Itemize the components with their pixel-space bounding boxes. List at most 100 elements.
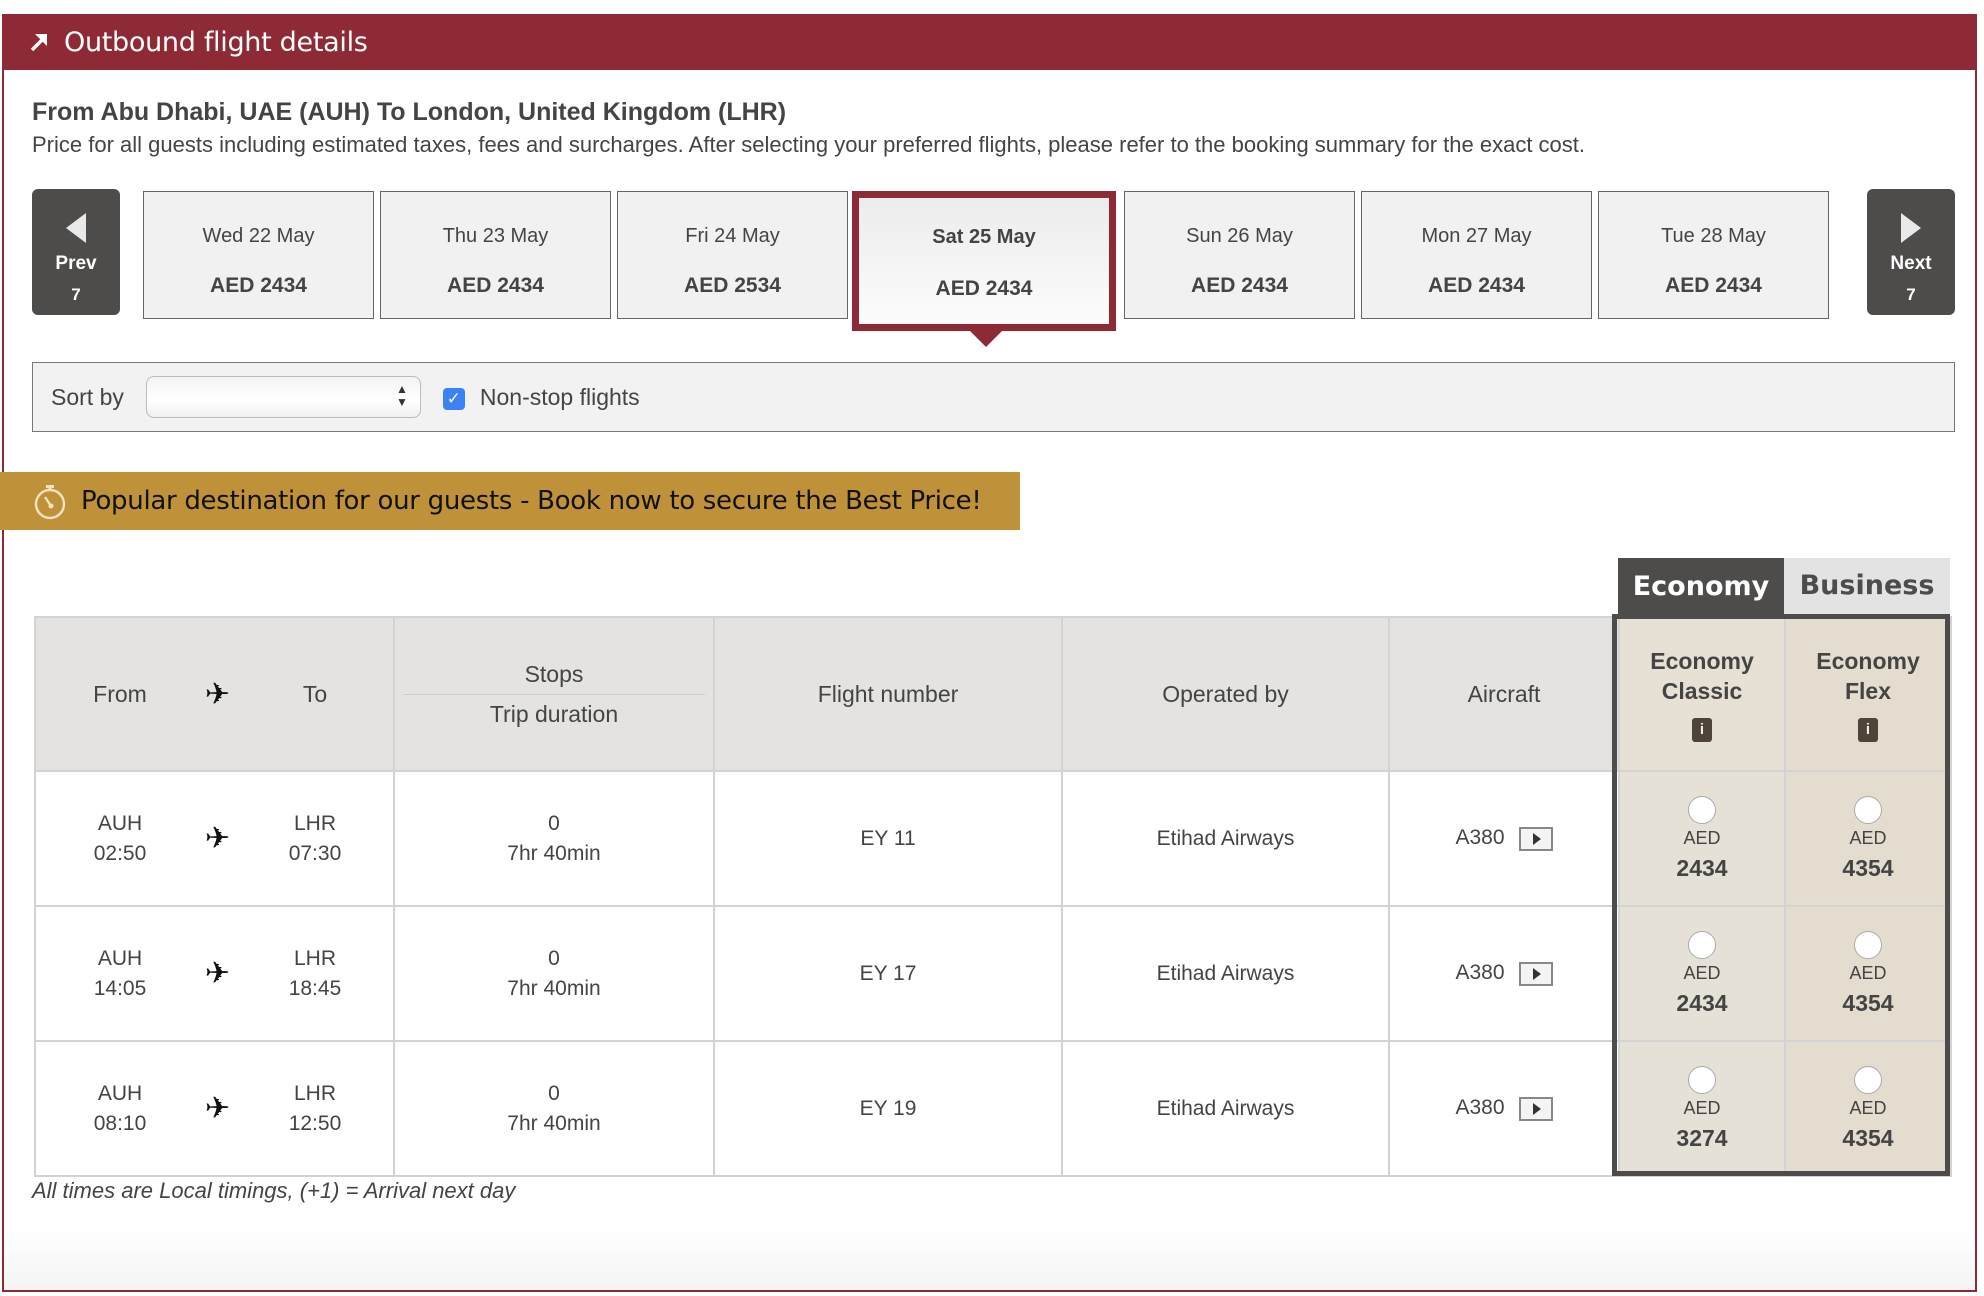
fare-amount: 2434 [1676, 989, 1728, 1016]
table-row: AUH 08:10 ✈ LHR 12:50 0 7hr 40min EY 19 Eti… [34, 1040, 1952, 1177]
info-icon[interactable]: i [1692, 718, 1712, 742]
selected-date-pointer [969, 330, 1003, 347]
duration-header-label: Trip duration [489, 700, 619, 727]
route-cell: AUH 14:05 ✈ LHR 18:45 [34, 905, 395, 1042]
from-header: From [93, 681, 147, 707]
fare-cell-flex[interactable]: AED 4354 [1784, 770, 1952, 907]
date-label: Thu 23 May [442, 225, 549, 247]
stops-cell: 0 7hr 40min [393, 1040, 715, 1177]
fare-radio[interactable] [1688, 795, 1716, 824]
duration-value: 7hr 40min [507, 841, 601, 865]
play-icon[interactable] [1518, 1096, 1553, 1121]
fare-radio[interactable] [1854, 930, 1882, 959]
economy-classic-header: Economy Classic i [1618, 616, 1786, 772]
prev-dates-button[interactable]: Prev 7 [32, 189, 120, 315]
date-option[interactable]: Sun 26 May AED 2434 [1124, 191, 1355, 319]
airplane-icon: ✈ [204, 1092, 231, 1125]
nonstop-label[interactable]: Non-stop flights [480, 384, 640, 411]
nonstop-checkbox[interactable]: ✓ [442, 388, 465, 410]
fare-radio[interactable] [1688, 1065, 1716, 1094]
date-option[interactable]: Fri 24 May AED 2534 [617, 191, 848, 319]
sort-label: Sort by [51, 383, 124, 410]
play-icon[interactable] [1518, 961, 1553, 986]
flight-number-header: Flight number [713, 616, 1063, 772]
to-code: LHR [293, 811, 336, 835]
from-time: 02:50 [93, 841, 147, 865]
date-price: AED 2434 [1665, 274, 1762, 297]
date-price: AED 2434 [1428, 274, 1525, 297]
to-time: 18:45 [288, 976, 342, 1000]
flight-number: EY 11 [713, 770, 1063, 907]
next-label: Next [1890, 253, 1932, 274]
fare-amount: 4354 [1842, 989, 1894, 1016]
tab-economy[interactable]: Economy [1618, 558, 1784, 616]
from-code: AUH [97, 1081, 143, 1105]
stops-value: 0 [548, 1081, 560, 1105]
date-label: Wed 22 May [202, 225, 315, 247]
fare-currency: AED [1683, 962, 1721, 983]
date-price: AED 2434 [447, 274, 544, 297]
fare-radio[interactable] [1854, 795, 1882, 824]
fare-amount: 4354 [1842, 854, 1894, 881]
fare-cell-flex[interactable]: AED 4354 [1784, 905, 1952, 1042]
fare-cell-classic[interactable]: AED 3274 [1618, 1040, 1786, 1177]
panel-title: Outbound flight details [64, 26, 368, 58]
fare-amount: 2434 [1676, 854, 1728, 881]
route-title: From Abu Dhabi, UAE (AUH) To London, Uni… [32, 98, 787, 126]
stops-value: 0 [548, 946, 560, 970]
timing-footnote: All times are Local timings, (+1) = Arri… [32, 1178, 516, 1203]
date-option[interactable]: Wed 22 May AED 2434 [143, 191, 374, 319]
arrival: LHR 07:30 [275, 809, 355, 869]
to-time: 07:30 [288, 841, 342, 865]
sort-select[interactable]: ▲ ▼ [145, 376, 421, 418]
fare-currency: AED [1849, 1097, 1887, 1118]
date-option-selected[interactable]: Sat 25 May AED 2434 [852, 191, 1116, 331]
fare-cell-classic[interactable]: AED 2434 [1618, 770, 1786, 907]
date-option[interactable]: Thu 23 May AED 2434 [380, 191, 611, 319]
date-label: Mon 27 May [1421, 225, 1532, 247]
operator: Etihad Airways [1061, 1040, 1390, 1177]
fare-radio[interactable] [1854, 1065, 1882, 1094]
from-code: AUH [97, 811, 143, 835]
date-price: AED 2534 [684, 274, 781, 297]
fare-currency: AED [1849, 962, 1887, 983]
fare-name-line2: Classic [1661, 678, 1743, 704]
fare-name-line1: Economy [1650, 648, 1754, 674]
aircraft-type: A380 [1455, 826, 1505, 850]
fare-radio[interactable] [1688, 930, 1716, 959]
from-code: AUH [97, 946, 143, 970]
fare-cell-flex[interactable]: AED 4354 [1784, 1040, 1952, 1177]
to-code: LHR [293, 946, 336, 970]
from-time: 14:05 [93, 976, 147, 1000]
arrival: LHR 18:45 [275, 944, 355, 1004]
tab-business[interactable]: Business [1784, 558, 1950, 614]
fare-name-line2: Flex [1844, 678, 1892, 704]
chevron-left-icon [66, 213, 86, 243]
to-code: LHR [293, 1081, 336, 1105]
date-option[interactable]: Tue 28 May AED 2434 [1598, 191, 1829, 319]
route-cell: AUH 08:10 ✈ LHR 12:50 [34, 1040, 395, 1177]
duration-value: 7hr 40min [507, 976, 601, 1000]
stops-header: Stops Trip duration [393, 616, 715, 772]
duration-value: 7hr 40min [507, 1111, 601, 1135]
airplane-icon: ✈ [204, 822, 231, 855]
promo-banner: Popular destination for our guests - Boo… [0, 472, 1020, 530]
info-icon[interactable]: i [1858, 718, 1878, 742]
stops-cell: 0 7hr 40min [393, 770, 715, 907]
operator: Etihad Airways [1061, 770, 1390, 907]
airplane-icon: ✈ [204, 957, 231, 990]
panel-header: Outbound flight details [2, 14, 1977, 70]
date-option[interactable]: Mon 27 May AED 2434 [1361, 191, 1592, 319]
aircraft-cell: A380 [1388, 770, 1620, 907]
flight-number: EY 19 [713, 1040, 1063, 1177]
table-header-row: From ✈ To Stops Trip duration Flight num… [34, 616, 1952, 772]
departure: AUH 02:50 [80, 809, 160, 869]
play-icon[interactable] [1518, 826, 1553, 851]
fare-amount: 4354 [1842, 1124, 1894, 1151]
next-dates-button[interactable]: Next 7 [1867, 189, 1955, 315]
economy-flex-header: Economy Flex i [1784, 616, 1952, 772]
operator: Etihad Airways [1061, 905, 1390, 1042]
from-time: 08:10 [93, 1111, 147, 1135]
filter-bar: Sort by ▲ ▼ ✓ Non-stop flights [32, 362, 1955, 432]
fare-cell-classic[interactable]: AED 2434 [1618, 905, 1786, 1042]
